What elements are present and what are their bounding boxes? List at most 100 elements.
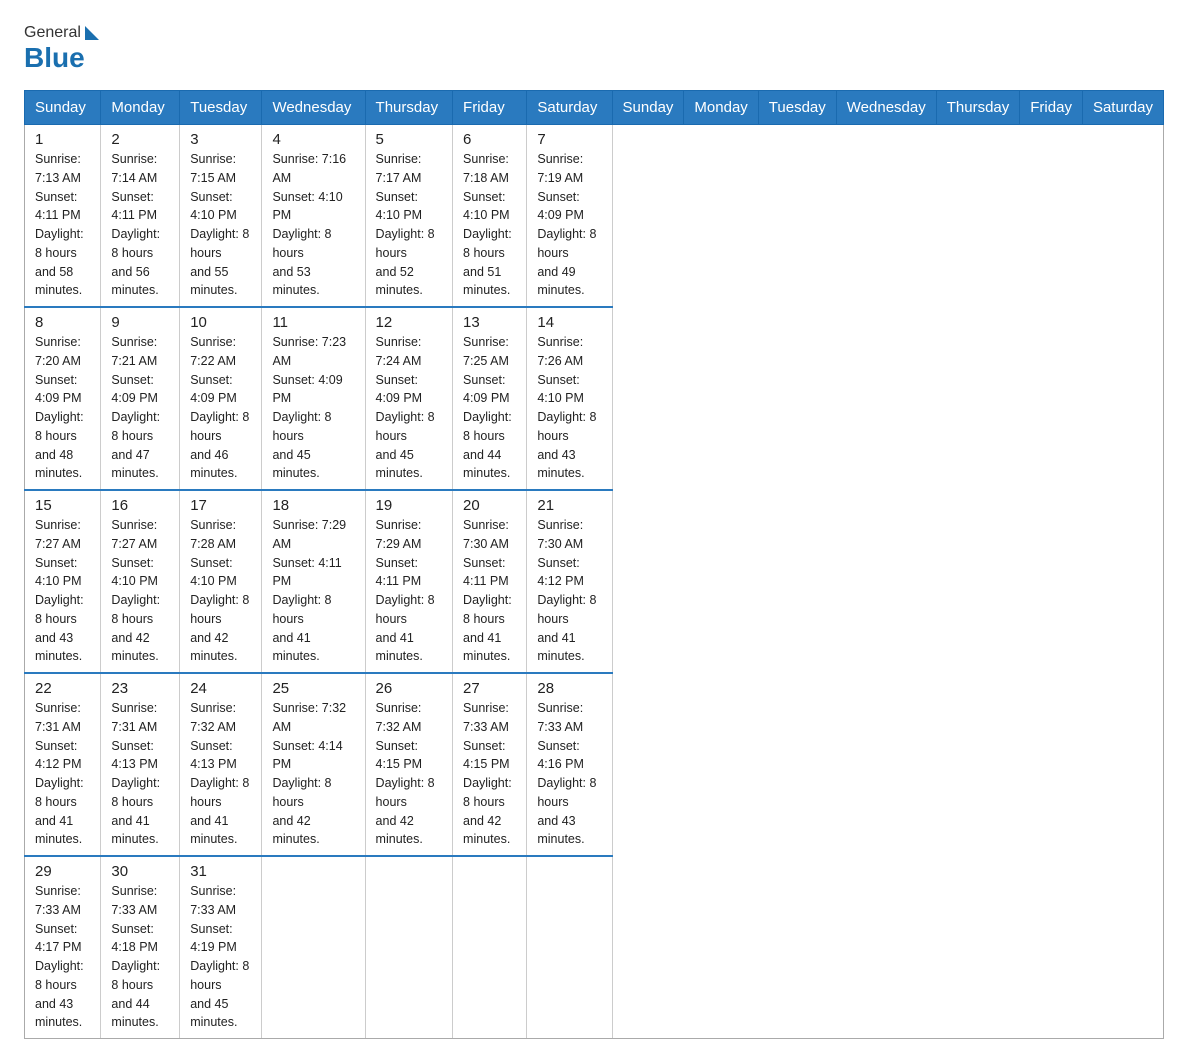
day-number: 21 <box>537 497 601 514</box>
calendar-cell: 8 Sunrise: 7:20 AM Sunset: 4:09 PM Dayli… <box>25 307 101 490</box>
day-info: Sunrise: 7:29 AM Sunset: 4:11 PM Dayligh… <box>376 516 443 666</box>
day-number: 6 <box>463 131 516 148</box>
day-info: Sunrise: 7:30 AM Sunset: 4:12 PM Dayligh… <box>537 516 601 666</box>
weekday-header-friday: Friday <box>1020 91 1083 125</box>
weekday-header-thursday: Thursday <box>365 91 453 125</box>
calendar-cell: 24 Sunrise: 7:32 AM Sunset: 4:13 PM Dayl… <box>180 673 262 856</box>
logo-arrow-icon <box>85 26 99 40</box>
day-info: Sunrise: 7:24 AM Sunset: 4:09 PM Dayligh… <box>376 333 443 483</box>
calendar-cell: 26 Sunrise: 7:32 AM Sunset: 4:15 PM Dayl… <box>365 673 453 856</box>
calendar-cell: 29 Sunrise: 7:33 AM Sunset: 4:17 PM Dayl… <box>25 856 101 1039</box>
day-number: 3 <box>190 131 251 148</box>
day-info: Sunrise: 7:31 AM Sunset: 4:12 PM Dayligh… <box>35 699 90 849</box>
day-number: 19 <box>376 497 443 514</box>
calendar-cell: 19 Sunrise: 7:29 AM Sunset: 4:11 PM Dayl… <box>365 490 453 673</box>
weekday-header-sunday: Sunday <box>612 91 684 125</box>
day-number: 29 <box>35 863 90 880</box>
calendar-cell: 13 Sunrise: 7:25 AM Sunset: 4:09 PM Dayl… <box>453 307 527 490</box>
day-info: Sunrise: 7:18 AM Sunset: 4:10 PM Dayligh… <box>463 150 516 300</box>
calendar-cell <box>453 856 527 1039</box>
day-info: Sunrise: 7:27 AM Sunset: 4:10 PM Dayligh… <box>111 516 169 666</box>
calendar-cell: 20 Sunrise: 7:30 AM Sunset: 4:11 PM Dayl… <box>453 490 527 673</box>
calendar-week-5: 29 Sunrise: 7:33 AM Sunset: 4:17 PM Dayl… <box>25 856 1164 1039</box>
day-number: 1 <box>35 131 90 148</box>
day-info: Sunrise: 7:29 AM Sunset: 4:11 PM Dayligh… <box>272 516 354 666</box>
calendar-cell: 25 Sunrise: 7:32 AM Sunset: 4:14 PM Dayl… <box>262 673 365 856</box>
calendar-cell: 4 Sunrise: 7:16 AM Sunset: 4:10 PM Dayli… <box>262 125 365 308</box>
weekday-header-row: SundayMondayTuesdayWednesdayThursdayFrid… <box>25 91 1164 125</box>
calendar-cell: 11 Sunrise: 7:23 AM Sunset: 4:09 PM Dayl… <box>262 307 365 490</box>
day-number: 10 <box>190 314 251 331</box>
day-number: 4 <box>272 131 354 148</box>
weekday-header-saturday: Saturday <box>527 91 612 125</box>
calendar-cell: 10 Sunrise: 7:22 AM Sunset: 4:09 PM Dayl… <box>180 307 262 490</box>
calendar-cell: 31 Sunrise: 7:33 AM Sunset: 4:19 PM Dayl… <box>180 856 262 1039</box>
weekday-header-monday: Monday <box>684 91 758 125</box>
weekday-header-thursday: Thursday <box>936 91 1020 125</box>
day-info: Sunrise: 7:33 AM Sunset: 4:16 PM Dayligh… <box>537 699 601 849</box>
calendar-cell: 5 Sunrise: 7:17 AM Sunset: 4:10 PM Dayli… <box>365 125 453 308</box>
day-number: 7 <box>537 131 601 148</box>
weekday-header-monday: Monday <box>101 91 180 125</box>
day-info: Sunrise: 7:13 AM Sunset: 4:11 PM Dayligh… <box>35 150 90 300</box>
day-info: Sunrise: 7:26 AM Sunset: 4:10 PM Dayligh… <box>537 333 601 483</box>
calendar-cell: 15 Sunrise: 7:27 AM Sunset: 4:10 PM Dayl… <box>25 490 101 673</box>
day-info: Sunrise: 7:32 AM Sunset: 4:15 PM Dayligh… <box>376 699 443 849</box>
day-number: 11 <box>272 314 354 331</box>
day-info: Sunrise: 7:32 AM Sunset: 4:13 PM Dayligh… <box>190 699 251 849</box>
logo: General Blue <box>24 24 99 74</box>
day-info: Sunrise: 7:25 AM Sunset: 4:09 PM Dayligh… <box>463 333 516 483</box>
day-info: Sunrise: 7:33 AM Sunset: 4:19 PM Dayligh… <box>190 882 251 1032</box>
day-info: Sunrise: 7:15 AM Sunset: 4:10 PM Dayligh… <box>190 150 251 300</box>
weekday-header-tuesday: Tuesday <box>180 91 262 125</box>
weekday-header-saturday: Saturday <box>1082 91 1163 125</box>
day-number: 28 <box>537 680 601 697</box>
day-info: Sunrise: 7:17 AM Sunset: 4:10 PM Dayligh… <box>376 150 443 300</box>
day-info: Sunrise: 7:30 AM Sunset: 4:11 PM Dayligh… <box>463 516 516 666</box>
calendar-cell: 6 Sunrise: 7:18 AM Sunset: 4:10 PM Dayli… <box>453 125 527 308</box>
calendar-cell <box>365 856 453 1039</box>
calendar-cell: 14 Sunrise: 7:26 AM Sunset: 4:10 PM Dayl… <box>527 307 612 490</box>
calendar-week-1: 1 Sunrise: 7:13 AM Sunset: 4:11 PM Dayli… <box>25 125 1164 308</box>
logo-blue-text: Blue <box>24 42 85 74</box>
weekday-header-tuesday: Tuesday <box>758 91 836 125</box>
day-info: Sunrise: 7:28 AM Sunset: 4:10 PM Dayligh… <box>190 516 251 666</box>
day-number: 23 <box>111 680 169 697</box>
day-info: Sunrise: 7:32 AM Sunset: 4:14 PM Dayligh… <box>272 699 354 849</box>
day-number: 24 <box>190 680 251 697</box>
calendar-cell: 1 Sunrise: 7:13 AM Sunset: 4:11 PM Dayli… <box>25 125 101 308</box>
day-number: 13 <box>463 314 516 331</box>
calendar-cell: 28 Sunrise: 7:33 AM Sunset: 4:16 PM Dayl… <box>527 673 612 856</box>
day-number: 31 <box>190 863 251 880</box>
day-number: 2 <box>111 131 169 148</box>
day-info: Sunrise: 7:31 AM Sunset: 4:13 PM Dayligh… <box>111 699 169 849</box>
day-number: 30 <box>111 863 169 880</box>
day-number: 17 <box>190 497 251 514</box>
calendar-cell: 2 Sunrise: 7:14 AM Sunset: 4:11 PM Dayli… <box>101 125 180 308</box>
calendar-cell: 23 Sunrise: 7:31 AM Sunset: 4:13 PM Dayl… <box>101 673 180 856</box>
page-header: General Blue <box>24 24 1164 74</box>
day-number: 5 <box>376 131 443 148</box>
day-number: 8 <box>35 314 90 331</box>
calendar-table: SundayMondayTuesdayWednesdayThursdayFrid… <box>24 90 1164 1039</box>
weekday-header-wednesday: Wednesday <box>262 91 365 125</box>
calendar-week-3: 15 Sunrise: 7:27 AM Sunset: 4:10 PM Dayl… <box>25 490 1164 673</box>
calendar-week-2: 8 Sunrise: 7:20 AM Sunset: 4:09 PM Dayli… <box>25 307 1164 490</box>
calendar-cell: 27 Sunrise: 7:33 AM Sunset: 4:15 PM Dayl… <box>453 673 527 856</box>
day-number: 15 <box>35 497 90 514</box>
day-number: 14 <box>537 314 601 331</box>
calendar-cell: 18 Sunrise: 7:29 AM Sunset: 4:11 PM Dayl… <box>262 490 365 673</box>
day-info: Sunrise: 7:16 AM Sunset: 4:10 PM Dayligh… <box>272 150 354 300</box>
calendar-week-4: 22 Sunrise: 7:31 AM Sunset: 4:12 PM Dayl… <box>25 673 1164 856</box>
day-number: 18 <box>272 497 354 514</box>
day-number: 20 <box>463 497 516 514</box>
calendar-cell: 22 Sunrise: 7:31 AM Sunset: 4:12 PM Dayl… <box>25 673 101 856</box>
day-number: 22 <box>35 680 90 697</box>
day-number: 16 <box>111 497 169 514</box>
weekday-header-sunday: Sunday <box>25 91 101 125</box>
day-number: 12 <box>376 314 443 331</box>
calendar-cell <box>527 856 612 1039</box>
calendar-cell: 12 Sunrise: 7:24 AM Sunset: 4:09 PM Dayl… <box>365 307 453 490</box>
weekday-header-friday: Friday <box>453 91 527 125</box>
day-info: Sunrise: 7:14 AM Sunset: 4:11 PM Dayligh… <box>111 150 169 300</box>
